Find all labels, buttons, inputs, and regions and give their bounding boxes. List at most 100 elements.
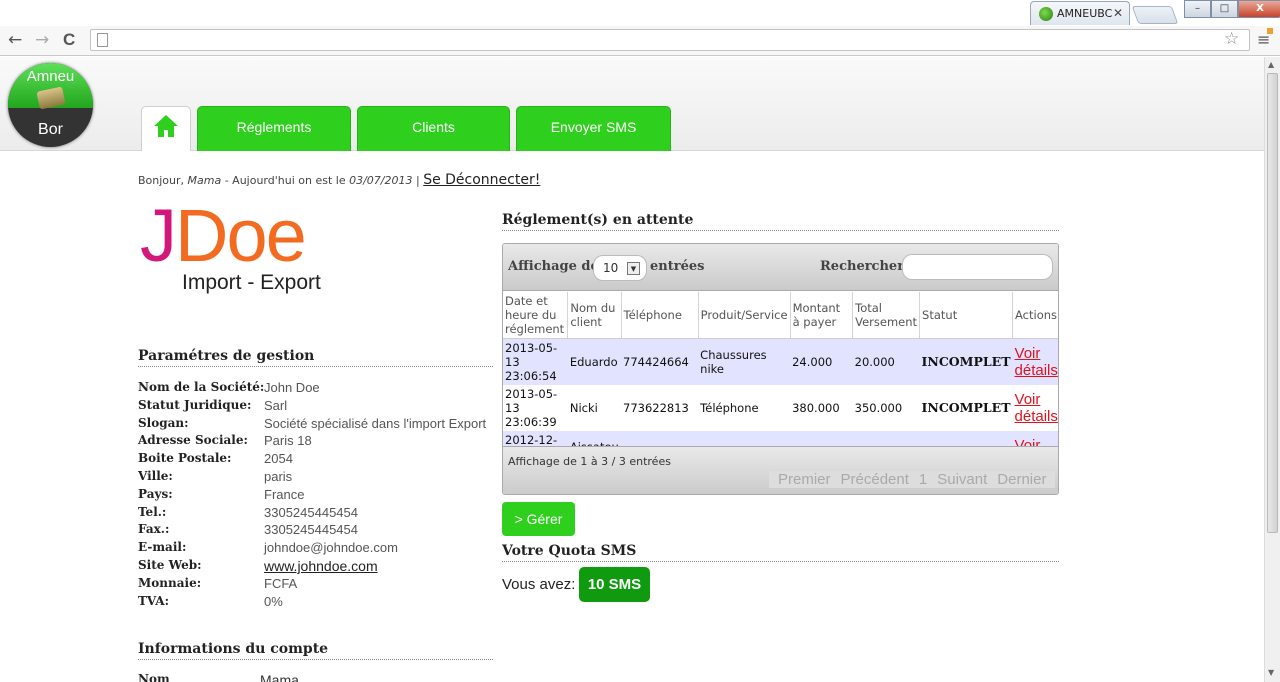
- chevron-down-icon: ▼: [627, 262, 640, 275]
- view-details-link[interactable]: Voir détails: [1015, 391, 1058, 425]
- browser-menu-icon[interactable]: ≡: [1257, 28, 1274, 49]
- param-value: France: [264, 486, 305, 502]
- back-arrow-icon[interactable]: ←: [8, 30, 22, 50]
- account-user-value: Mama: [260, 672, 299, 682]
- params-list: Nom de la Société: John Doe Statut Juridi…: [138, 380, 486, 611]
- company-logo-subtitle: Import - Export: [182, 271, 321, 294]
- site-logo[interactable]: Amneu Bor: [8, 63, 93, 147]
- pager-first[interactable]: Premier: [773, 471, 836, 488]
- quota-label: Vous avez:: [502, 576, 576, 593]
- col-status[interactable]: Statut: [919, 292, 1014, 339]
- minimize-button[interactable]: –: [1184, 0, 1211, 18]
- param-row: TVA: 0%: [138, 594, 486, 612]
- col-actions: Actions: [1012, 292, 1058, 339]
- bookmark-star-icon[interactable]: ☆: [1224, 29, 1239, 49]
- tab-clients[interactable]: Clients: [357, 106, 510, 151]
- forward-arrow-icon[interactable]: →: [35, 30, 49, 50]
- welcome-line: Bonjour, Mama - Aujourd'hui on est le 03…: [138, 172, 540, 188]
- account-user-label: Nom d'utilisateur:: [138, 672, 170, 682]
- page-length-value: 10: [603, 261, 619, 275]
- window-close-button[interactable]: X: [1238, 0, 1280, 18]
- param-value: 3305245445454: [264, 522, 358, 538]
- new-tab-button[interactable]: [1131, 6, 1179, 24]
- param-value: paris: [264, 468, 293, 484]
- maximize-button[interactable]: □: [1211, 0, 1238, 18]
- params-title: Paramétres de gestion: [138, 348, 493, 367]
- company-logo-doe: Doe: [175, 194, 307, 277]
- pager-last[interactable]: Dernier: [992, 471, 1051, 488]
- tab-title: AMNEUBC: [1057, 7, 1113, 20]
- param-key: Pays:: [138, 486, 173, 501]
- show-label: Affichage de: [508, 259, 599, 274]
- table-row: 2013-05-13 23:06:54 Eduardo 774424664 Ch…: [503, 338, 1058, 385]
- logout-link[interactable]: Se Déconnecter!: [423, 172, 540, 188]
- account-title: Informations du compte: [138, 641, 493, 660]
- address-bar[interactable]: [90, 29, 1250, 51]
- tab-reglements[interactable]: Réglements: [197, 106, 351, 151]
- website-link[interactable]: www.johndoe.com: [264, 558, 378, 576]
- welcome-sep: |: [412, 174, 424, 187]
- search-input[interactable]: [902, 254, 1053, 280]
- pager-next[interactable]: Suivant: [932, 471, 992, 488]
- param-row: Adresse Sociale: Paris 18: [138, 433, 486, 451]
- update-badge: [1267, 28, 1274, 34]
- col-paid[interactable]: Total Versement: [852, 292, 921, 339]
- param-row: Monnaie: FCFA: [138, 576, 486, 594]
- param-value: 0%: [264, 593, 283, 609]
- param-key: Boite Postale:: [138, 451, 232, 466]
- page-length-select[interactable]: 10 ▼: [593, 255, 647, 281]
- param-key: Monnaie:: [138, 575, 202, 590]
- browser-tab[interactable]: AMNEUBC ✕: [1030, 1, 1130, 25]
- param-row: E-mail: johndoe@johndoe.com: [138, 540, 486, 558]
- payments-title: Réglement(s) en attente: [502, 212, 1059, 231]
- scrollbar-thumb[interactable]: [1267, 73, 1278, 533]
- cell-paid: 20.000: [852, 338, 920, 385]
- param-row: Pays: France: [138, 487, 486, 505]
- search-label: Rechercher:: [820, 259, 909, 274]
- main-nav: Réglements Clients Envoyer SMS: [141, 106, 671, 151]
- manage-button[interactable]: > Gérer: [502, 502, 575, 536]
- status-badge: INCOMPLET: [919, 385, 1013, 431]
- company-logo: JDoe Import - Export: [140, 194, 350, 300]
- tab-envoyer-sms[interactable]: Envoyer SMS: [516, 106, 671, 151]
- param-key: Tel.:: [138, 504, 167, 519]
- col-product[interactable]: Produit/Service: [698, 292, 791, 339]
- col-date[interactable]: Date et heure du réglement: [503, 292, 569, 339]
- pager-page[interactable]: 1: [914, 471, 932, 488]
- welcome-hello: Bonjour,: [138, 174, 188, 187]
- cell-date: 2013-05-13 23:06:54: [503, 338, 568, 385]
- col-client[interactable]: Nom du client: [567, 292, 622, 339]
- col-phone[interactable]: Téléphone: [621, 292, 699, 339]
- param-value: John Doe: [264, 380, 320, 395]
- entries-label: entrées: [650, 259, 705, 274]
- company-logo-j: J: [140, 194, 177, 277]
- param-value: Société spécialisé dans l'import Export: [264, 415, 487, 431]
- welcome-mid: - Aujourd'hui on est le: [221, 174, 350, 187]
- param-key: Slogan:: [138, 415, 189, 430]
- view-details-link[interactable]: Voir détails: [1015, 345, 1058, 379]
- param-value: FCFA: [264, 575, 298, 591]
- favicon-icon: [1039, 7, 1053, 21]
- cell-phone: 774424664: [621, 338, 699, 385]
- cell-product: Téléphone: [698, 385, 791, 431]
- tab-close-icon[interactable]: ✕: [1113, 6, 1123, 20]
- param-row: Fax.: 3305245445454: [138, 522, 486, 540]
- scroll-up-icon[interactable]: ▲: [1268, 60, 1274, 69]
- param-key: Nom de la Société:: [138, 380, 265, 394]
- window-controls: – □ X: [1184, 0, 1280, 18]
- cell-client: Nicki: [567, 385, 621, 431]
- status-badge: INCOMPLET: [919, 338, 1013, 385]
- col-amount[interactable]: Montant à payer: [790, 292, 854, 339]
- table-controls: Affichage de 10 ▼ entrées Rechercher:: [503, 244, 1058, 291]
- param-value: johndoe@johndoe.com: [264, 540, 398, 556]
- payments-table-panel: Affichage de 10 ▼ entrées Rechercher: Da…: [502, 243, 1059, 495]
- reload-icon[interactable]: C: [63, 30, 75, 50]
- param-key: E-mail:: [138, 540, 187, 555]
- browser-titlebar: AMNEUBC ✕ – □ X: [0, 0, 1280, 26]
- scroll-down-icon[interactable]: ▼: [1268, 668, 1274, 677]
- tab-home[interactable]: [141, 106, 191, 151]
- vertical-scrollbar[interactable]: ▲ ▼: [1264, 57, 1280, 682]
- param-row: Slogan: Société spécialisé dans l'import …: [138, 416, 486, 434]
- param-value: 3305245445454: [264, 504, 358, 520]
- pager-prev[interactable]: Précédent: [836, 471, 914, 488]
